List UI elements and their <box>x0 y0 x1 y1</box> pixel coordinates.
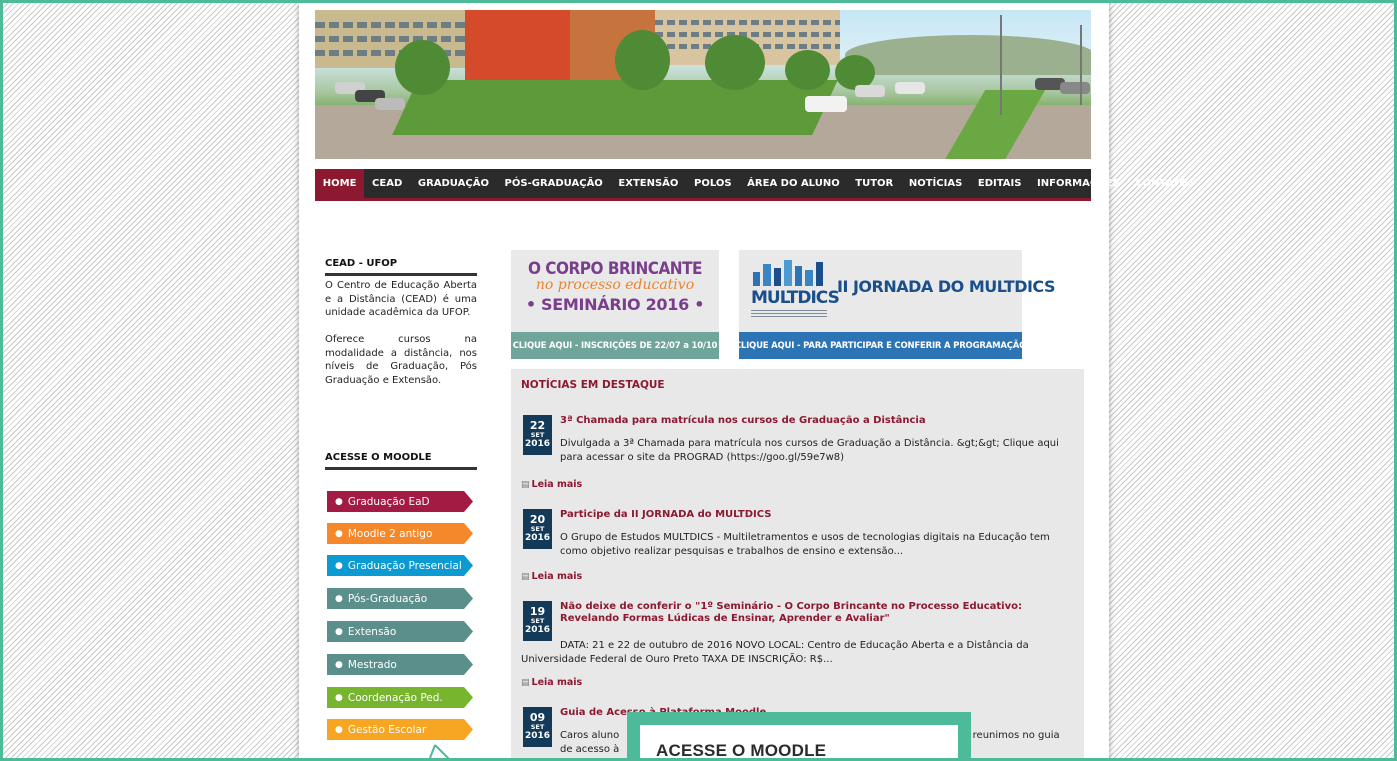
nav-area-do-aluno[interactable]: ÁREA DO ALUNO <box>739 169 847 198</box>
news-excerpt-start: Caros aluno <box>560 730 620 741</box>
moodle-link-button[interactable]: ● Mestrado <box>327 654 473 675</box>
nav-extensao[interactable]: EXTENSÃO <box>611 169 687 198</box>
read-more-label: Leia mais <box>531 571 583 582</box>
news-headline-link[interactable]: Participe da II JORNADA do MULTDICS <box>560 509 1060 521</box>
news-excerpt: Divulgada a 3ª Chamada para matrícula no… <box>560 438 1059 463</box>
sidebar-about-text-1: O Centro de Educação Aberta e a Distânci… <box>325 280 477 318</box>
date-month: SET <box>530 431 545 439</box>
promo1-subtitle: no processo educativo <box>535 277 695 293</box>
sidebar-about-text-2: Oferece cursos na modalidade a distância… <box>325 334 477 386</box>
read-more-label: Leia mais <box>531 677 583 688</box>
read-more-link[interactable]: ▤ Leia mais <box>521 479 582 490</box>
news-headline-link[interactable]: Não deixe de conferir o "1º Seminário - … <box>560 601 1060 625</box>
moodle-link-label: Coordenação Ped. <box>347 691 443 704</box>
news-section-title: NOTÍCIAS EM DESTAQUE <box>521 379 665 391</box>
moodle-link-label: Graduação EaD <box>347 495 430 508</box>
date-day: 19 <box>529 605 546 618</box>
page-container: HOME CEAD GRADUAÇÃO PÓS-GRADUAÇÃO EXTENS… <box>299 3 1195 758</box>
moodle-link-button[interactable]: ● Moodle 2 antigo <box>327 523 473 544</box>
date-badge: 22 SET 2016 <box>523 415 552 455</box>
moodle-link-label: Gestão Escolar <box>347 723 427 736</box>
nav-editais[interactable]: EDITAIS <box>970 169 1029 198</box>
promo2-cta[interactable]: CLIQUE AQUI - PARA PARTICIPAR E CONFERIR… <box>735 332 1026 359</box>
news-excerpt: O Grupo de Estudos MULTDICS - Multiletra… <box>560 532 1050 557</box>
bullet-icon: ● <box>335 724 343 735</box>
date-badge: 19 SET 2016 <box>523 601 552 641</box>
bullet-icon: ● <box>335 659 343 670</box>
nav-contatos[interactable]: CONTATOS <box>1128 169 1203 198</box>
date-day: 20 <box>529 513 546 526</box>
callout-title: ACESSE O MOODLE <box>656 741 827 760</box>
nav-tutor[interactable]: TUTOR <box>848 169 902 198</box>
nav-polos[interactable]: POLOS <box>686 169 739 198</box>
date-year: 2016 <box>524 625 551 635</box>
bullet-icon: ● <box>335 593 343 604</box>
date-month: SET <box>530 617 545 625</box>
callout-pointer-icon <box>428 744 450 758</box>
bullet-icon: ● <box>335 528 343 539</box>
moodle-link-label: Extensão <box>347 625 397 638</box>
sidebar-moodle-heading: ACESSE O MOODLE <box>325 452 477 470</box>
news-panel: NOTÍCIAS EM DESTAQUE 22 SET 2016 3ª Cham… <box>511 369 1084 758</box>
moodle-link-label: Mestrado <box>347 658 397 671</box>
moodle-link-label: Moodle 2 antigo <box>347 527 433 540</box>
multdics-logo: MULTDICS <box>749 256 840 320</box>
moodle-link-button[interactable]: ● Extensão <box>327 621 473 642</box>
bullet-icon: ● <box>335 692 343 703</box>
document-icon: ▤ <box>521 678 530 688</box>
news-headline-link[interactable]: 3ª Chamada para matrícula nos cursos de … <box>560 415 1060 427</box>
moodle-link-button[interactable]: ● Pós-Graduação <box>327 588 473 609</box>
moodle-link-button[interactable]: ● Graduação Presencial <box>327 555 473 576</box>
date-badge: 20 SET 2016 <box>523 509 552 549</box>
bullet-icon: ● <box>335 496 343 507</box>
moodle-link-label: Graduação Presencial <box>347 559 462 572</box>
promo1-title: O CORPO BRINCANTE <box>527 259 703 279</box>
promo1-seminar: • SEMINÁRIO 2016 • <box>525 295 705 314</box>
date-day: 22 <box>529 419 546 432</box>
date-year: 2016 <box>524 533 551 543</box>
moodle-link-button[interactable]: ● Coordenação Ped. <box>327 687 473 708</box>
nav-noticias[interactable]: NOTÍCIAS <box>901 169 970 198</box>
news-item: 22 SET 2016 3ª Chamada para matrícula no… <box>521 415 1071 495</box>
nav-cead[interactable]: CEAD <box>364 169 410 198</box>
main-nav: HOME CEAD GRADUAÇÃO PÓS-GRADUAÇÃO EXTENS… <box>315 169 1195 201</box>
nav-graduacao[interactable]: GRADUAÇÃO <box>410 169 497 198</box>
date-year: 2016 <box>524 731 551 741</box>
moodle-link-button[interactable]: ● Graduação EaD <box>327 491 473 512</box>
nav-informacoes[interactable]: INFORMAÇÕES <box>1029 169 1127 198</box>
header-banner-photo <box>315 10 1091 159</box>
news-excerpt-end: ue reunimos no guia <box>957 730 1060 741</box>
moodle-callout-box: ACESSE O MOODLE <box>627 712 971 760</box>
nav-pos-graduacao[interactable]: PÓS-GRADUAÇÃO <box>497 169 611 198</box>
news-item: 20 SET 2016 Participe da II JORNADA do M… <box>521 509 1071 589</box>
news-item: 19 SET 2016 Não deixe de conferir o "1º … <box>521 601 1071 691</box>
nav-home[interactable]: HOME <box>315 169 365 198</box>
date-month: SET <box>530 723 545 731</box>
document-icon: ▤ <box>521 480 530 490</box>
promo1-cta[interactable]: CLIQUE AQUI - INSCRIÇÕES DE 22/07 a 10/1… <box>511 332 719 359</box>
promo-corpo-brincante[interactable]: O CORPO BRINCANTE no processo educativo … <box>511 250 719 359</box>
news-excerpt: DATA: 21 e 22 de outubro de 2016 NOVO LO… <box>521 640 1029 665</box>
moodle-link-label: Pós-Graduação <box>347 592 428 605</box>
moodle-link-button[interactable]: ● Gestão Escolar <box>327 719 473 740</box>
promo2-headline: II JORNADA DO MULTDICS <box>837 277 1055 296</box>
read-more-label: Leia mais <box>531 479 583 490</box>
document-icon: ▤ <box>521 572 530 582</box>
multdics-logo-text: MULTDICS <box>751 288 840 308</box>
date-year: 2016 <box>524 439 551 449</box>
news-excerpt-line2: de acesso à <box>560 744 620 755</box>
date-badge: 09 SET 2016 <box>523 707 552 747</box>
bullet-icon: ● <box>335 626 343 637</box>
promo-multdics[interactable]: MULTDICS II JORNADA DO MULTDICS CLIQUE A… <box>735 250 1055 359</box>
date-day: 09 <box>529 711 546 724</box>
sidebar-about-heading: CEAD - UFOP <box>325 258 477 276</box>
screenshot-frame: HOME CEAD GRADUAÇÃO PÓS-GRADUAÇÃO EXTENS… <box>0 0 1397 761</box>
bullet-icon: ● <box>335 560 343 571</box>
read-more-link[interactable]: ▤ Leia mais <box>521 677 582 688</box>
read-more-link[interactable]: ▤ Leia mais <box>521 571 582 582</box>
date-month: SET <box>530 525 545 533</box>
